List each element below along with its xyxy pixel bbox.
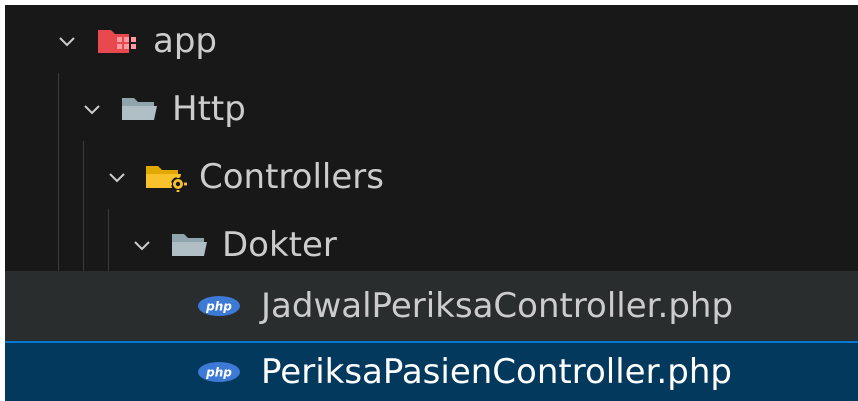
tree-item-label: JadwalPeriksaController.php bbox=[261, 286, 734, 326]
tree-item-app[interactable]: app bbox=[5, 7, 858, 75]
php-file-icon: php bbox=[195, 360, 243, 384]
chevron-down-icon[interactable] bbox=[99, 159, 135, 195]
tree-item-label: Http bbox=[172, 89, 246, 129]
folder-controllers-icon bbox=[143, 162, 191, 192]
tree-item-periksa-pasien-controller[interactable]: php PeriksaPasienController.php bbox=[5, 341, 858, 401]
folder-icon bbox=[168, 231, 212, 259]
svg-text:php: php bbox=[205, 300, 232, 314]
svg-text:php: php bbox=[205, 366, 232, 380]
folder-app-icon bbox=[95, 27, 143, 55]
php-file-icon: php bbox=[195, 294, 243, 318]
tree-item-controllers[interactable]: Controllers bbox=[5, 143, 858, 211]
tree-item-label: Controllers bbox=[199, 157, 384, 197]
tree-item-label: PeriksaPasienController.php bbox=[261, 352, 732, 392]
tree-item-dokter[interactable]: Dokter bbox=[5, 211, 858, 279]
chevron-down-icon[interactable] bbox=[74, 91, 110, 127]
tree-item-label: Dokter bbox=[222, 225, 337, 265]
chevron-down-icon[interactable] bbox=[49, 23, 85, 59]
tree-item-jadwal-periksa-controller[interactable]: php JadwalPeriksaController.php bbox=[5, 271, 858, 341]
tree-item-label: app bbox=[153, 21, 217, 61]
folder-icon bbox=[118, 95, 162, 123]
chevron-down-icon[interactable] bbox=[124, 227, 160, 263]
file-explorer-tree: app Http Controllers Dokter php JadwalPe… bbox=[5, 5, 858, 401]
tree-item-http[interactable]: Http bbox=[5, 75, 858, 143]
